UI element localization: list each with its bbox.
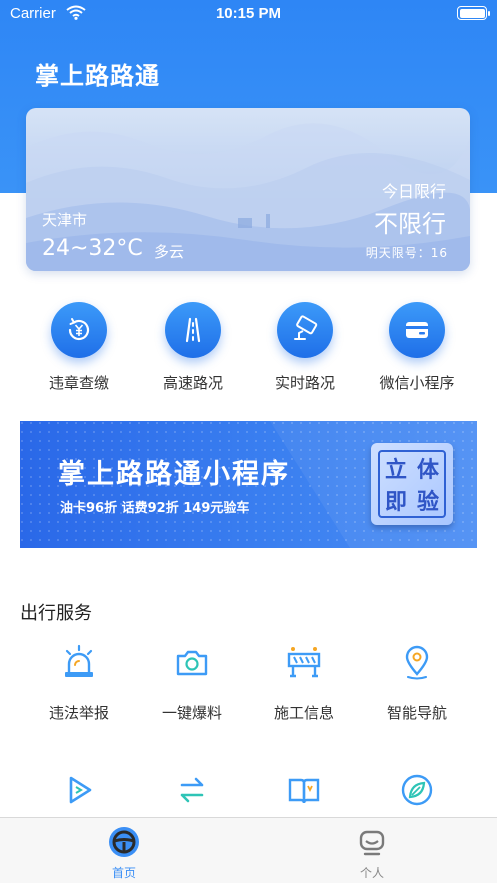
quick-action-highway[interactable]: 高速路况 — [138, 302, 248, 393]
service-report-violation[interactable]: 违法举报 — [24, 640, 134, 723]
traffic-limit-value: 不限行 — [374, 210, 446, 238]
mini-program-banner[interactable]: 掌上路路通小程序 油卡96折 话费92折 149元验车 立 体 即 验 — [20, 421, 477, 548]
card-icon — [389, 302, 445, 358]
service-label: 违法举报 — [48, 704, 109, 722]
service-one-click-report[interactable]: 一键爆料 — [137, 640, 247, 723]
badge-char: 立 — [384, 458, 407, 483]
siren-icon — [24, 640, 134, 680]
camera-icon — [137, 640, 247, 680]
steering-wheel-icon — [0, 818, 248, 858]
badge-char: 体 — [416, 458, 439, 483]
tomorrow-limit: 明天限号：16 — [365, 246, 448, 260]
play-icon — [24, 768, 134, 808]
service-construction-info[interactable]: 施工信息 — [249, 640, 359, 723]
quick-action-label: 高速路况 — [162, 374, 223, 392]
badge-char: 即 — [384, 490, 407, 515]
tab-bar: 首页 个人 — [0, 817, 497, 883]
tab-profile[interactable]: 个人 — [248, 818, 496, 881]
badge-char: 验 — [416, 490, 439, 515]
section-title: 出行服务 — [20, 603, 92, 624]
tab-label: 首页 — [111, 866, 136, 880]
profile-icon — [248, 818, 496, 858]
highway-icon — [165, 302, 221, 358]
barrier-icon — [249, 640, 359, 680]
quick-action-violation[interactable]: 违章查缴 — [24, 302, 134, 393]
weather-temperature: 24~32°C — [42, 236, 143, 261]
quick-action-label: 实时路况 — [274, 374, 335, 392]
tab-home[interactable]: 首页 — [0, 818, 248, 881]
tab-label: 个人 — [359, 866, 384, 880]
service-label: 智能导航 — [386, 704, 447, 722]
location-pin-icon — [362, 640, 472, 680]
service-exchange[interactable] — [137, 768, 247, 808]
quick-action-label: 微信小程序 — [379, 374, 455, 392]
traffic-limit-title: 今日限行 — [381, 182, 446, 201]
weather-condition: 多云 — [154, 243, 185, 261]
service-label: 施工信息 — [273, 704, 334, 722]
weather-card[interactable]: 天津市 24~32°C 多云 今日限行 不限行 明天限号：16 — [26, 108, 470, 271]
weather-city: 天津市 — [42, 211, 88, 229]
camera-icon — [277, 302, 333, 358]
swap-arrows-icon — [137, 768, 247, 808]
battery-icon — [457, 6, 490, 20]
book-icon — [249, 768, 359, 808]
service-video[interactable] — [24, 768, 134, 808]
banner-title: 掌上路路通小程序 — [58, 459, 290, 490]
quick-action-label: 违章查缴 — [48, 374, 109, 392]
app-title: 掌上路路通 — [35, 62, 160, 90]
status-bar: Carrier 10:15 PM — [0, 0, 497, 28]
banner-subtitle: 油卡96折 话费92折 149元验车 — [60, 501, 250, 516]
quick-action-realtime[interactable]: 实时路况 — [250, 302, 360, 393]
service-smart-navigation[interactable]: 智能导航 — [362, 640, 472, 723]
service-eco[interactable] — [362, 768, 472, 808]
clock: 10:15 PM — [215, 5, 282, 22]
quick-action-mini-program[interactable]: 微信小程序 — [362, 302, 472, 393]
service-label: 一键爆料 — [161, 704, 222, 722]
violation-yen-icon — [51, 302, 107, 358]
experience-now-badge: 立 体 即 验 — [371, 443, 453, 525]
service-guide[interactable] — [249, 768, 359, 808]
compass-leaf-icon — [362, 768, 472, 808]
